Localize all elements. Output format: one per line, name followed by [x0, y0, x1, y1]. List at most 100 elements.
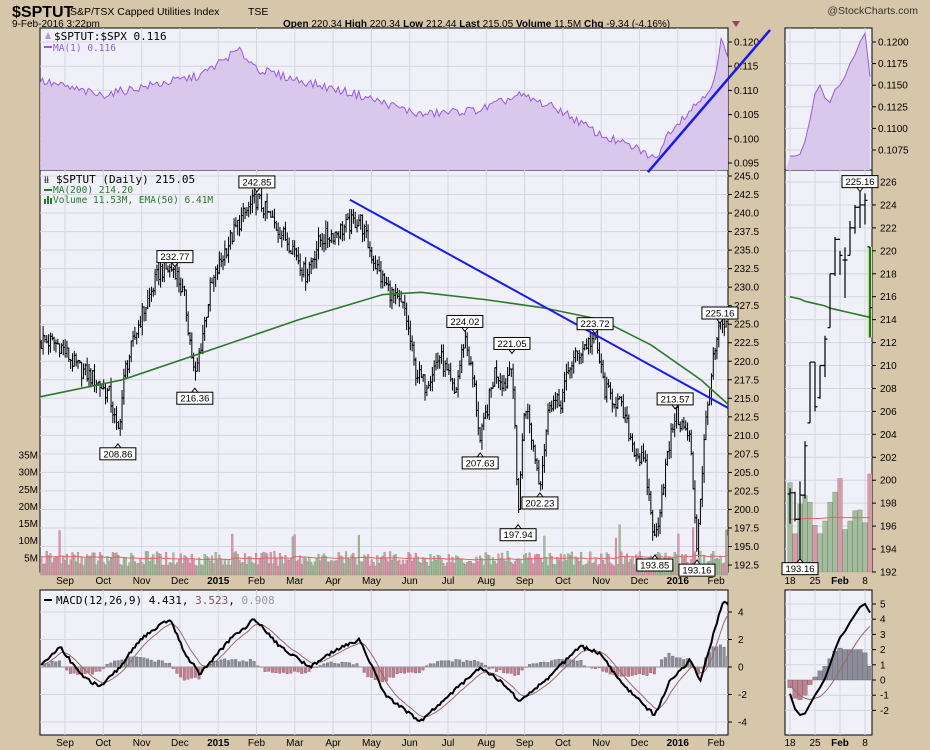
- mini-date-label: Feb: [831, 738, 849, 749]
- date-label: Apr: [325, 738, 341, 749]
- volume-bar: [302, 556, 305, 576]
- volume-bar: [354, 558, 357, 576]
- axis-label: 0: [738, 663, 744, 674]
- volume-bar: [398, 559, 401, 576]
- volume-bar: [199, 564, 203, 576]
- volume-bar: [42, 563, 45, 576]
- date-label: Oct: [96, 576, 112, 587]
- volume-bar: [550, 555, 553, 576]
- volume-bar: [497, 553, 500, 576]
- volume-bar: [378, 562, 381, 576]
- volume-bar: [174, 564, 177, 576]
- macd-histogram-bar: [109, 662, 113, 668]
- axis-label: 200.0: [734, 505, 759, 516]
- macd-histogram-bar: [116, 660, 120, 668]
- macd-histogram-bar: [245, 661, 249, 668]
- axis-label: 210: [880, 361, 897, 372]
- macd-histogram-bar: [234, 659, 238, 668]
- macd-histogram-bar: [678, 657, 682, 668]
- line-icon: [44, 189, 52, 191]
- axis-label: 192: [880, 567, 897, 578]
- axis-label: 202: [880, 453, 897, 464]
- volume-bar: [242, 562, 245, 576]
- volume-bar: [196, 566, 199, 576]
- volume-bar: [541, 562, 544, 576]
- macd-histogram-bar: [414, 666, 418, 674]
- brand-logo: @StockCharts.com: [827, 5, 918, 17]
- volume-bar: [73, 554, 76, 576]
- annotation-label: 197.94: [504, 530, 533, 541]
- volume-bar: [556, 557, 559, 576]
- volume-axis-label: 35M: [19, 450, 38, 461]
- volume-bar: [464, 563, 467, 576]
- volume-bar: [469, 561, 472, 576]
- axis-label: 235.0: [734, 246, 759, 257]
- volume-bar: [591, 563, 594, 576]
- volume-bar: [102, 562, 105, 576]
- volume-bar: [277, 566, 280, 576]
- volume-bar: [539, 558, 542, 576]
- volume-bar: [372, 562, 375, 576]
- date-label: Sep: [56, 738, 74, 749]
- annotation-label: 208.86: [103, 449, 132, 460]
- volume-bar: [409, 553, 412, 576]
- volume-bar: [513, 561, 517, 576]
- volume-bar: [407, 552, 410, 576]
- volume-bar: [534, 554, 537, 576]
- axis-label: 212: [880, 338, 897, 349]
- macd-histogram-bar: [175, 666, 179, 674]
- date-label: Sep: [56, 576, 74, 587]
- volume-axis-label: 25M: [19, 485, 38, 496]
- volume-bar: [499, 558, 502, 576]
- macd-histogram-bar: [674, 657, 678, 668]
- volume-bar: [47, 555, 50, 576]
- date-label: Nov: [133, 576, 151, 587]
- volume-bar: [348, 559, 351, 576]
- axis-label: 3: [880, 630, 886, 641]
- volume-bar: [143, 564, 146, 576]
- volume-bar: [589, 551, 592, 576]
- date-label: Nov: [592, 738, 610, 749]
- mini-macd-histogram-bar: [867, 666, 872, 681]
- macd-histogram-bar: [671, 655, 675, 668]
- macd-legend-text: MACD(12,26,9) 4.431, 3.523, 0.908: [56, 594, 275, 607]
- volume-bar: [484, 552, 487, 576]
- date-label: May: [362, 576, 381, 587]
- volume-bar: [247, 556, 250, 576]
- volume-bar: [519, 559, 522, 576]
- volume-bar: [264, 552, 267, 576]
- volume-bar: [269, 552, 272, 576]
- volume-bar: [267, 563, 270, 576]
- volume-bar: [618, 524, 621, 576]
- volume-bar: [179, 553, 182, 576]
- volume-bar: [717, 559, 720, 576]
- volume-bar: [506, 551, 509, 576]
- axis-label: 207.5: [734, 449, 759, 460]
- volume-bar: [76, 552, 80, 576]
- volume-bar: [598, 564, 601, 576]
- macd-histogram-bar: [531, 663, 535, 668]
- date-label: Aug: [477, 738, 495, 749]
- ratio-legend-text: $SPTUT:$SPX 0.116: [54, 30, 167, 43]
- volume-bar: [423, 558, 427, 576]
- macd-histogram-bar: [450, 661, 454, 668]
- macd-histogram-bar: [157, 659, 161, 668]
- macd-histogram-bar: [649, 666, 653, 674]
- macd-histogram-bar: [91, 666, 94, 675]
- macd-histogram-bar: [715, 646, 719, 668]
- volume-bar: [324, 555, 327, 576]
- annotation-label: 213.57: [661, 394, 690, 405]
- macd-histogram-bar: [579, 660, 583, 668]
- volume-bar: [434, 559, 438, 576]
- volume-bar: [600, 553, 603, 576]
- macd-histogram-bar: [274, 666, 278, 674]
- volume-bar: [300, 564, 304, 576]
- mini-date-label: 8: [862, 738, 868, 749]
- axis-label: 0.110: [734, 86, 759, 97]
- axis-label: 0.1075: [878, 146, 909, 157]
- volume-bar: [445, 562, 449, 576]
- volume-bar: [341, 556, 344, 576]
- macd-histogram-bar: [623, 666, 627, 677]
- macd-histogram-bar: [333, 663, 337, 668]
- volume-bar: [297, 559, 300, 576]
